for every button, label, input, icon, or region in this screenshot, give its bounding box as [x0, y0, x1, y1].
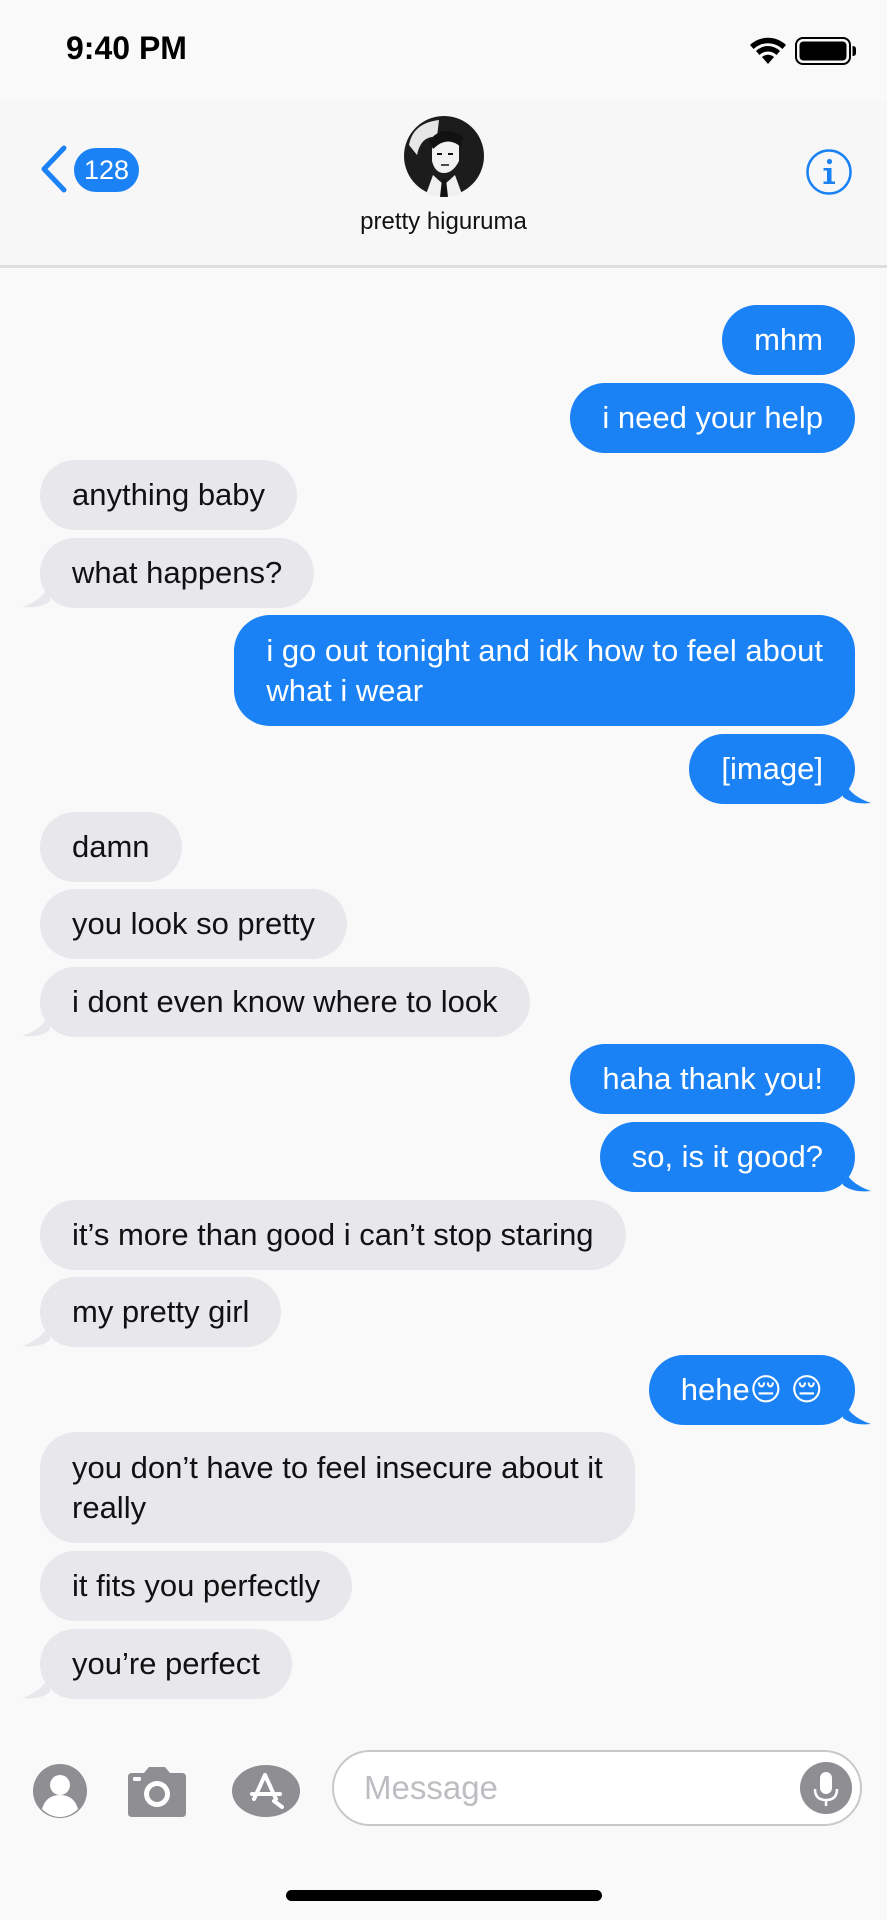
home-indicator[interactable] [286, 1890, 602, 1901]
sent-message-bubble[interactable]: so, is it good? [599, 1121, 855, 1192]
avatar-illustration [403, 115, 485, 197]
contact-name[interactable]: pretty higuruma [0, 208, 887, 236]
message-row: what happens? [0, 537, 887, 608]
message-row: so, is it good? [0, 1121, 887, 1192]
messages-screen: 9:40 PM 128 pretty higuruma mhm i need y… [0, 0, 887, 1920]
sent-message-bubble[interactable]: mhm [722, 305, 855, 375]
camera-icon[interactable] [124, 1765, 190, 1819]
message-row: you don’t have to feel insecure about it… [0, 1432, 887, 1544]
message-field[interactable] [332, 1750, 862, 1826]
microphone-icon[interactable] [800, 1762, 852, 1814]
message-row: it fits you perfectly [0, 1550, 887, 1621]
message-row: mhm [0, 305, 887, 375]
message-row: [image] [0, 733, 887, 804]
received-message-bubble[interactable]: you look so pretty [40, 889, 347, 960]
received-message-bubble[interactable]: i dont even know where to look [40, 966, 530, 1037]
received-message-bubble[interactable]: what happens? [40, 537, 315, 608]
wifi-icon [750, 37, 786, 64]
message-row: you’re perfect [0, 1628, 887, 1699]
status-time: 9:40 PM [66, 30, 187, 66]
message-row: hehe😔 😔 [0, 1354, 887, 1425]
message-row: i dont even know where to look [0, 966, 887, 1037]
message-row: anything baby [0, 460, 887, 531]
sent-message-bubble[interactable]: hehe😔 😔 [648, 1354, 855, 1425]
message-list[interactable]: mhm i need your help anything baby what hap… [0, 305, 887, 1705]
sent-message-bubble[interactable]: i go out tonight and idk how to feel abo… [234, 615, 855, 727]
status-bar: 9:40 PM [0, 0, 887, 100]
received-message-bubble[interactable]: damn [40, 811, 182, 882]
avatar[interactable] [403, 115, 485, 197]
contact-icon[interactable] [32, 1763, 88, 1819]
message-row: i go out tonight and idk how to feel abo… [0, 615, 887, 727]
sent-message-bubble[interactable]: haha thank you! [570, 1044, 855, 1115]
chevron-left-icon[interactable] [38, 144, 68, 194]
message-row: i need your help [0, 382, 887, 453]
received-message-bubble[interactable]: it fits you perfectly [40, 1550, 353, 1621]
received-message-bubble[interactable]: you’re perfect [40, 1628, 292, 1699]
received-message-bubble[interactable]: you don’t have to feel insecure about it… [40, 1432, 635, 1544]
message-row: haha thank you! [0, 1044, 887, 1115]
info-icon[interactable] [805, 148, 853, 196]
received-message-bubble[interactable]: my pretty girl [40, 1277, 282, 1348]
conversation-header: 128 pretty higuruma [0, 100, 887, 268]
sent-message-bubble[interactable]: i need your help [570, 382, 855, 453]
message-input-bar [0, 1735, 887, 1855]
app-store-icon[interactable] [230, 1763, 302, 1819]
message-row: it’s more than good i can’t stop staring [0, 1199, 887, 1270]
battery-icon [795, 37, 856, 65]
received-message-bubble[interactable]: it’s more than good i can’t stop staring [40, 1199, 626, 1270]
sent-message-bubble[interactable]: [image] [689, 733, 855, 804]
message-row: my pretty girl [0, 1277, 887, 1348]
unread-count-badge[interactable]: 128 [74, 148, 140, 192]
received-message-bubble[interactable]: anything baby [40, 460, 298, 531]
message-row: damn [0, 811, 887, 882]
message-input[interactable] [364, 1752, 764, 1824]
message-row: you look so pretty [0, 889, 887, 960]
